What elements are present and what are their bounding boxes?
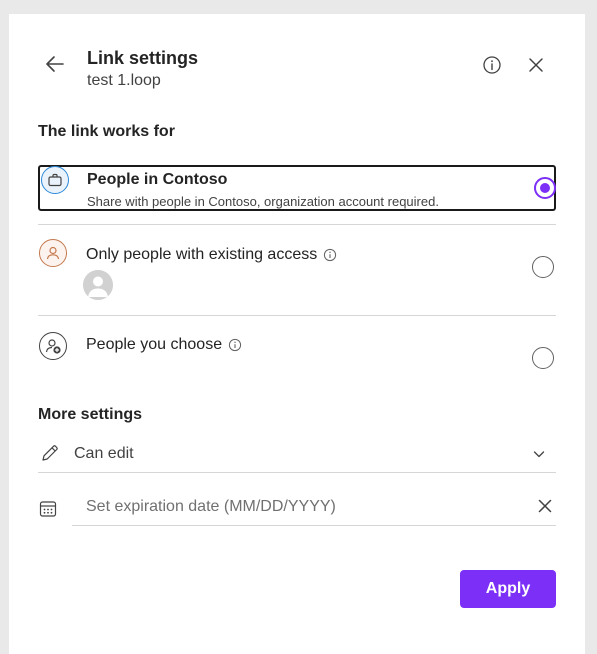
option-title-row: People you choose: [86, 336, 242, 354]
back-button[interactable]: [41, 52, 69, 80]
divider: [38, 472, 556, 473]
arrow-left-icon: [44, 53, 66, 80]
clear-date-button[interactable]: [536, 497, 554, 520]
divider: [38, 224, 556, 225]
close-icon: [527, 56, 545, 79]
avatar: [83, 270, 113, 300]
expiration-date-input[interactable]: [72, 488, 556, 526]
close-button[interactable]: [523, 54, 549, 80]
option-people-in-contoso[interactable]: People in Contoso Share with people in C…: [38, 165, 556, 211]
radio-selected[interactable]: [534, 177, 556, 199]
info-button[interactable]: [479, 54, 505, 80]
info-icon[interactable]: [323, 248, 337, 262]
pencil-icon: [40, 443, 60, 468]
link-settings-dialog: Link settings test 1.loop The link works…: [9, 14, 585, 654]
radio-unselected[interactable]: [532, 347, 554, 369]
briefcase-icon: [41, 166, 69, 194]
permission-dropdown[interactable]: Can edit: [38, 436, 556, 473]
calendar-icon: [38, 499, 58, 524]
radio-unselected[interactable]: [532, 256, 554, 278]
option-description: Share with people in Contoso, organizati…: [87, 194, 439, 209]
option-title: Only people with existing access: [86, 246, 318, 263]
option-existing-access[interactable]: Only people with existing access: [38, 236, 556, 308]
chevron-down-icon: [532, 447, 546, 466]
apply-button[interactable]: Apply: [460, 570, 556, 608]
dialog-title: Link settings: [87, 48, 199, 68]
option-title: People in Contoso: [87, 171, 228, 188]
person-icon: [39, 239, 67, 267]
link-works-for-heading: The link works for: [38, 123, 175, 140]
info-icon: [482, 55, 502, 80]
file-name: test 1.loop: [87, 72, 161, 89]
divider: [38, 315, 556, 316]
option-title-row: Only people with existing access: [86, 246, 337, 264]
person-add-icon: [39, 332, 67, 360]
info-icon[interactable]: [228, 338, 242, 352]
dialog-header: Link settings test 1.loop: [9, 14, 585, 124]
more-settings-heading: More settings: [38, 406, 143, 423]
close-icon: [538, 499, 552, 513]
expiration-row: [38, 488, 556, 528]
option-people-you-choose[interactable]: People you choose: [38, 327, 556, 369]
permission-value: Can edit: [74, 445, 134, 462]
option-title: People you choose: [86, 336, 223, 353]
